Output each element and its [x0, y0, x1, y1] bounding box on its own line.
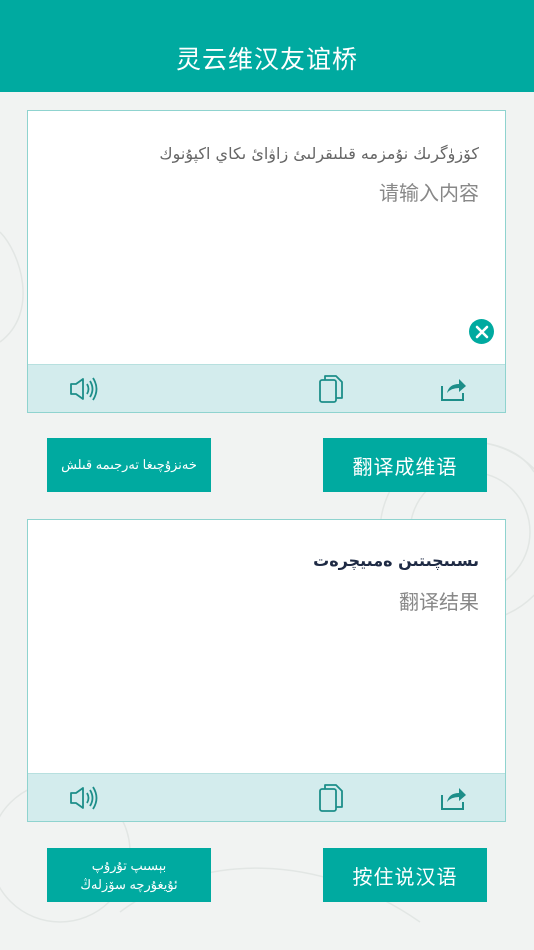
input-card[interactable]: كۆزۈگرىك نۇمزمە قىلىقرلىئ زاۋائ ىكاي اكپ…: [27, 110, 506, 413]
copy-icon[interactable]: [315, 783, 347, 813]
clear-icon[interactable]: [469, 319, 494, 344]
speaker-icon[interactable]: [68, 374, 100, 404]
translate-to-chinese-button[interactable]: خەنزۇچىغا تەرجىمە قىلش: [47, 438, 211, 492]
speaker-icon[interactable]: [68, 783, 100, 813]
copy-icon[interactable]: [315, 374, 347, 404]
chinese-result-label: 翻译结果: [399, 590, 479, 614]
chinese-input-placeholder[interactable]: 请输入内容: [379, 177, 479, 206]
uyghur-result-label: ىسىىچىتىن ەمىيچرەت: [313, 551, 479, 570]
share-icon[interactable]: [437, 374, 469, 404]
output-card[interactable]: ىسىىچىتىن ەمىيچرەت 翻译结果: [27, 519, 506, 822]
voice-uyghur-label: بېسىپ تۇرۇپ ئۇيغۇرچە سۆزلەڭ: [80, 856, 177, 895]
output-toolbar: [28, 773, 505, 821]
voice-uyghur-line2: ئۇيغۇرچە سۆزلەڭ: [80, 877, 178, 892]
voice-uyghur-button[interactable]: بېسىپ تۇرۇپ ئۇيغۇرچە سۆزلەڭ: [47, 848, 211, 902]
share-icon[interactable]: [437, 783, 469, 813]
translate-to-uyghur-button[interactable]: 翻译成维语: [323, 438, 487, 492]
input-toolbar: [28, 364, 505, 412]
uyghur-input-placeholder[interactable]: كۆزۈگرىك نۇمزمە قىلىقرلىئ زاۋائ ىكاي اكپ…: [159, 144, 479, 163]
app-header: 灵云维汉友谊桥: [0, 0, 534, 92]
voice-chinese-button[interactable]: 按住说汉语: [323, 848, 487, 902]
app-title: 灵云维汉友谊桥: [175, 45, 358, 74]
translate-to-chinese-label: خەنزۇچىغا تەرجىمە قىلش: [61, 457, 197, 473]
voice-uyghur-line1: بېسىپ تۇرۇپ: [91, 857, 167, 873]
